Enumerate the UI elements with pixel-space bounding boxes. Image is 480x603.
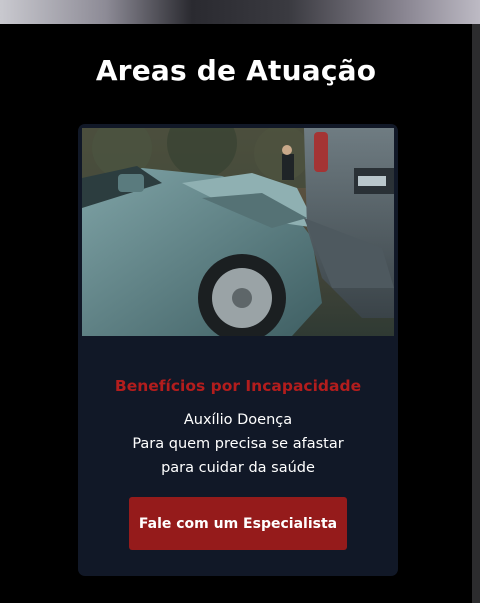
card-subtitle: Auxílio Doença — [183, 412, 293, 428]
service-card: Benefícios por Incapacidade Auxílio Doen… — [78, 124, 398, 576]
browser-top-strip — [0, 0, 480, 24]
card-description: Para quem precisa se afastar para cuidar… — [132, 436, 344, 476]
card-body: Benefícios por Incapacidade Auxílio Doen… — [78, 374, 398, 480]
car-crash-photo — [82, 128, 394, 336]
areas-section: Areas de Atuação Benefícios por Incapaci… — [0, 24, 472, 603]
section-title: Areas de Atuação — [95, 54, 377, 87]
card-title: Benefícios por Incapacidade — [114, 377, 362, 395]
talk-to-specialist-button[interactable]: Fale com um Especialista — [129, 497, 347, 550]
window-edge — [472, 24, 480, 603]
